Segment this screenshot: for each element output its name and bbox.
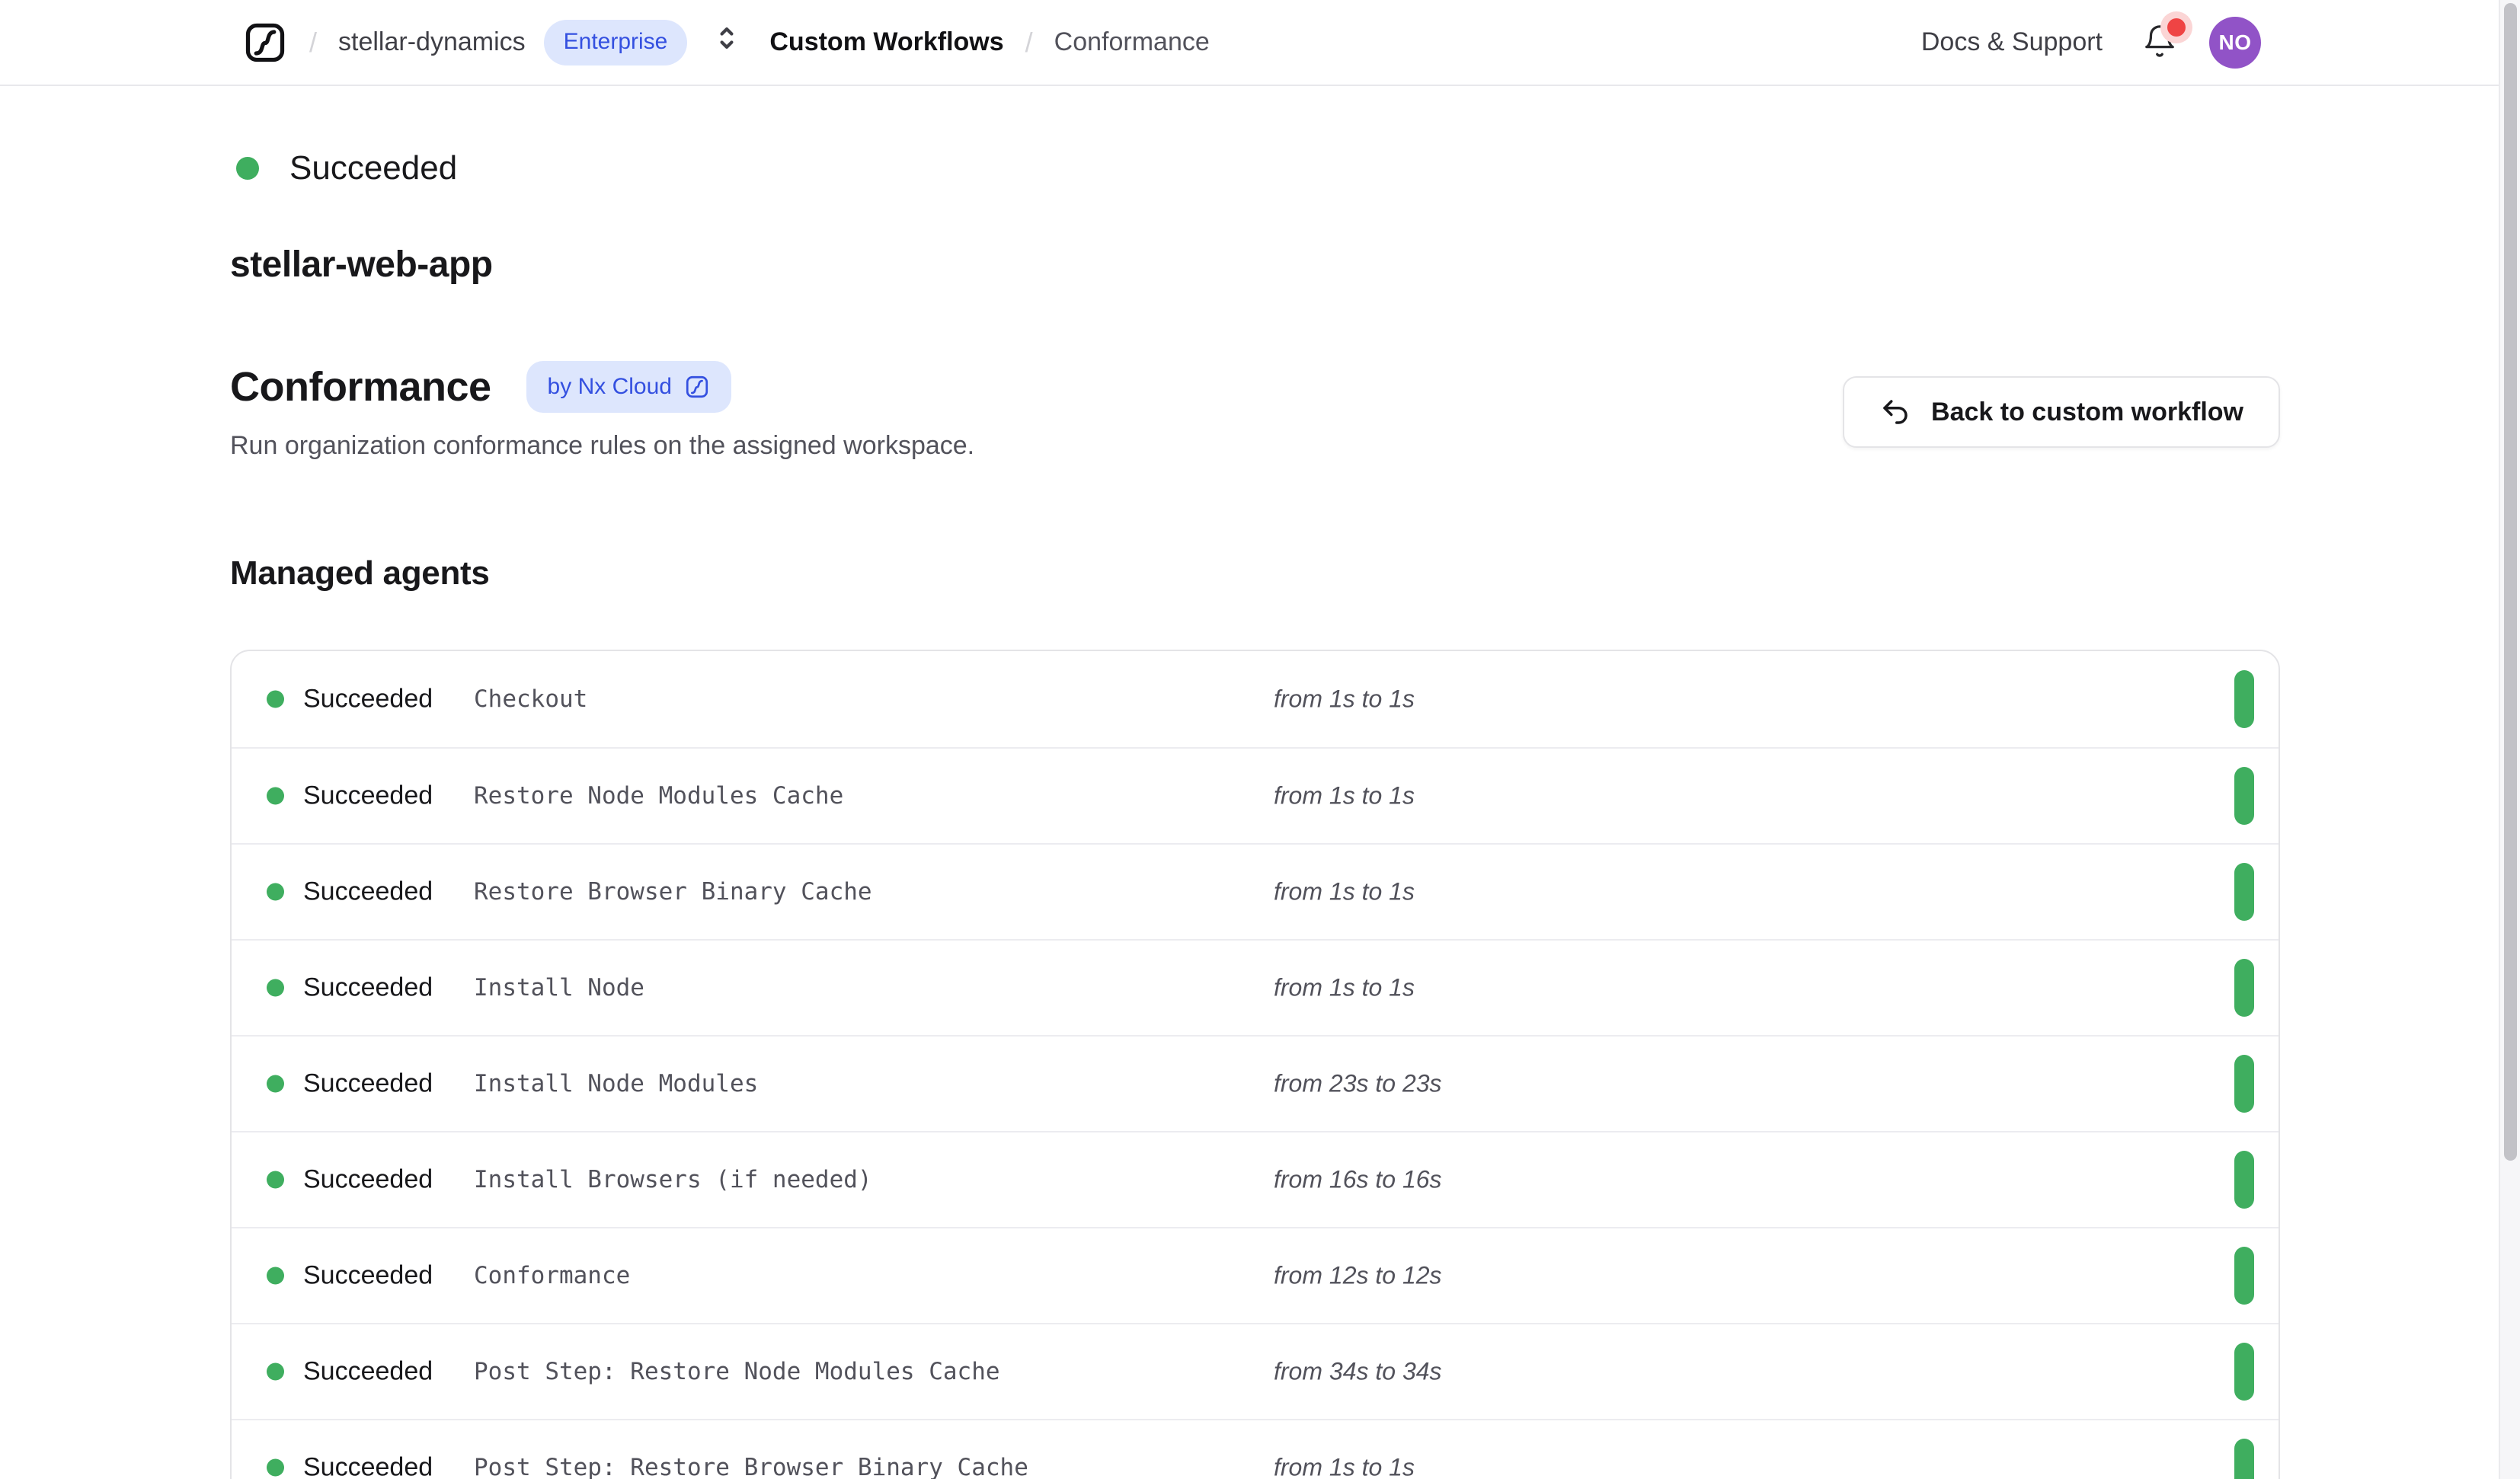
agent-step-row[interactable]: Succeeded Install Node Modules from 23s … <box>232 1035 2279 1131</box>
step-duration: from 1s to 1s <box>1274 685 1415 714</box>
workflow-heading-row: Conformance by Nx Cloud <box>230 361 731 413</box>
agent-step-row[interactable]: Succeeded Install Node from 1s to 1s <box>232 939 2279 1035</box>
step-success-bar <box>2234 1055 2254 1113</box>
back-to-custom-workflow-button[interactable]: Back to custom workflow <box>1843 376 2280 448</box>
agent-step-row[interactable]: Succeeded Conformance from 12s to 12s <box>232 1227 2279 1323</box>
step-duration: from 1s to 1s <box>1274 782 1415 810</box>
step-duration: from 1s to 1s <box>1274 974 1415 1002</box>
step-success-bar <box>2234 670 2254 728</box>
step-name: Post Step: Restore Node Modules Cache <box>474 1358 1000 1385</box>
step-name: Conformance <box>474 1262 630 1289</box>
step-name: Install Node Modules <box>474 1070 758 1097</box>
step-status-label: Succeeded <box>303 1165 433 1195</box>
step-success-bar <box>2234 1343 2254 1401</box>
success-status-dot <box>267 787 284 805</box>
page-scrollbar-thumb[interactable] <box>2504 3 2517 1161</box>
success-status-dot <box>267 1459 284 1477</box>
step-status-label: Succeeded <box>303 973 433 1003</box>
step-status-label: Succeeded <box>303 1069 433 1099</box>
step-success-bar <box>2234 1151 2254 1209</box>
success-status-dot <box>267 1171 284 1189</box>
step-status-label: Succeeded <box>303 877 433 907</box>
undo-arrow-icon <box>1879 396 1911 428</box>
step-name: Restore Node Modules Cache <box>474 782 843 810</box>
step-name: Install Node <box>474 974 644 1001</box>
step-name: Install Browsers (if needed) <box>474 1166 872 1193</box>
workspace-title: stellar-web-app <box>230 244 493 286</box>
step-duration: from 23s to 23s <box>1274 1070 1442 1098</box>
step-status-label: Succeeded <box>303 1261 433 1291</box>
step-name: Restore Browser Binary Cache <box>474 878 872 906</box>
success-status-dot <box>267 1363 284 1381</box>
step-status-label: Succeeded <box>303 685 433 714</box>
success-status-dot <box>236 157 259 180</box>
step-duration: from 1s to 1s <box>1274 1454 1415 1479</box>
page-content: Succeeded stellar-web-app Conformance by… <box>230 0 2280 1479</box>
agent-step-row[interactable]: Succeeded Checkout from 1s to 1s <box>232 651 2279 747</box>
step-status-label: Succeeded <box>303 1357 433 1387</box>
step-success-bar <box>2234 1247 2254 1305</box>
step-success-bar <box>2234 767 2254 825</box>
run-status-label: Succeeded <box>289 149 457 187</box>
success-status-dot <box>267 979 284 997</box>
step-success-bar <box>2234 1439 2254 1479</box>
back-button-label: Back to custom workflow <box>1931 398 2243 427</box>
workflow-description: Run organization conformance rules on th… <box>230 431 974 461</box>
step-success-bar <box>2234 863 2254 921</box>
managed-agents-heading: Managed agents <box>230 554 490 593</box>
provider-badge-label: by Nx Cloud <box>548 374 672 400</box>
page-scrollbar-track <box>2499 0 2520 1479</box>
step-duration: from 16s to 16s <box>1274 1166 1442 1194</box>
agent-step-row[interactable]: Succeeded Restore Node Modules Cache fro… <box>232 747 2279 843</box>
managed-agents-list: Succeeded Checkout from 1s to 1s Succeed… <box>230 650 2280 1479</box>
success-status-dot <box>267 1267 284 1285</box>
agent-step-row[interactable]: Succeeded Post Step: Restore Node Module… <box>232 1323 2279 1419</box>
run-status: Succeeded <box>236 149 457 187</box>
step-success-bar <box>2234 959 2254 1017</box>
step-duration: from 34s to 34s <box>1274 1358 1442 1386</box>
success-status-dot <box>267 883 284 901</box>
provider-badge[interactable]: by Nx Cloud <box>526 361 731 413</box>
workflow-title: Conformance <box>230 363 491 410</box>
success-status-dot <box>267 1075 284 1093</box>
step-duration: from 12s to 12s <box>1274 1262 1442 1290</box>
step-status-label: Succeeded <box>303 1453 433 1479</box>
step-status-label: Succeeded <box>303 781 433 811</box>
step-duration: from 1s to 1s <box>1274 878 1415 906</box>
agent-step-row[interactable]: Succeeded Restore Browser Binary Cache f… <box>232 843 2279 939</box>
nx-cloud-logo-icon <box>684 374 710 400</box>
agent-step-row[interactable]: Succeeded Post Step: Restore Browser Bin… <box>232 1419 2279 1479</box>
agent-step-row[interactable]: Succeeded Install Browsers (if needed) f… <box>232 1131 2279 1227</box>
success-status-dot <box>267 691 284 708</box>
step-name: Checkout <box>474 685 587 713</box>
step-name: Post Step: Restore Browser Binary Cache <box>474 1454 1028 1479</box>
